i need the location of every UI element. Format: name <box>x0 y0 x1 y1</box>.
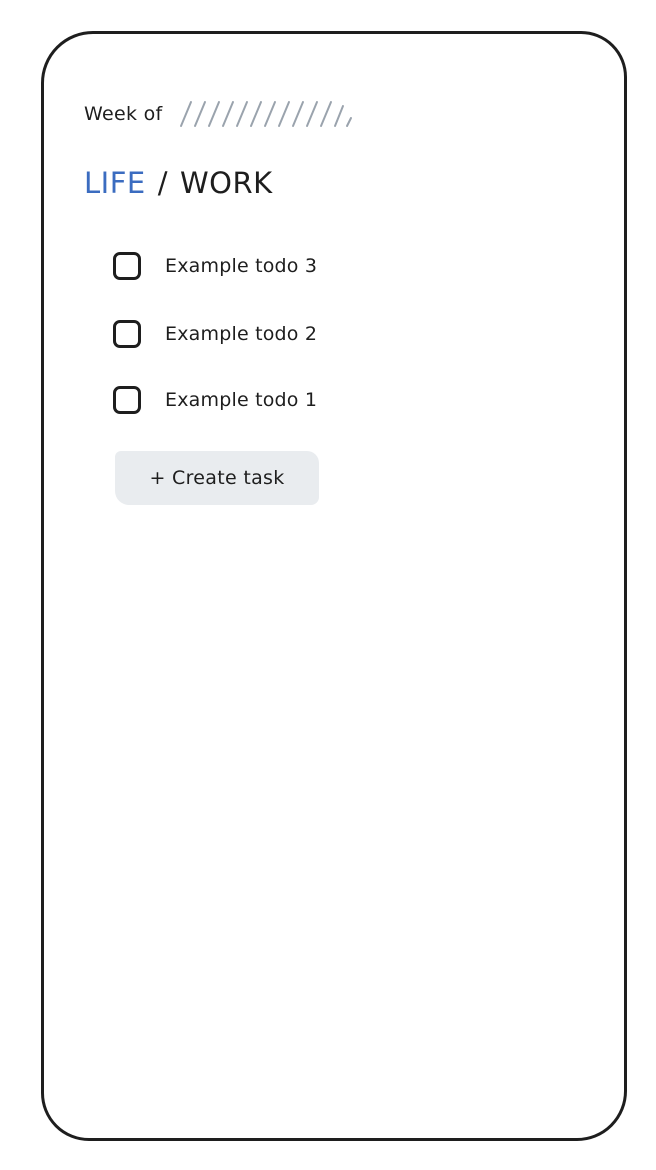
date-placeholder-hatch <box>179 101 352 127</box>
todo-item: Example todo 1 <box>113 382 317 418</box>
tab-separator: / <box>157 166 168 200</box>
todo-checkbox[interactable] <box>113 320 141 348</box>
todo-item: Example todo 3 <box>113 248 317 284</box>
todo-checkbox[interactable] <box>113 386 141 414</box>
create-task-button[interactable]: + Create task <box>115 451 319 505</box>
category-switcher: LIFE / WORK <box>84 166 273 200</box>
tab-work[interactable]: WORK <box>180 166 273 200</box>
todo-item: Example todo 2 <box>113 316 317 352</box>
todo-label: Example todo 2 <box>165 323 318 345</box>
todo-label: Example todo 3 <box>165 255 318 277</box>
week-header: Week of <box>84 98 355 130</box>
week-label: Week of <box>84 103 163 125</box>
tab-life[interactable]: LIFE <box>84 166 146 200</box>
todo-checkbox[interactable] <box>113 252 141 280</box>
todo-label: Example todo 1 <box>165 389 318 411</box>
